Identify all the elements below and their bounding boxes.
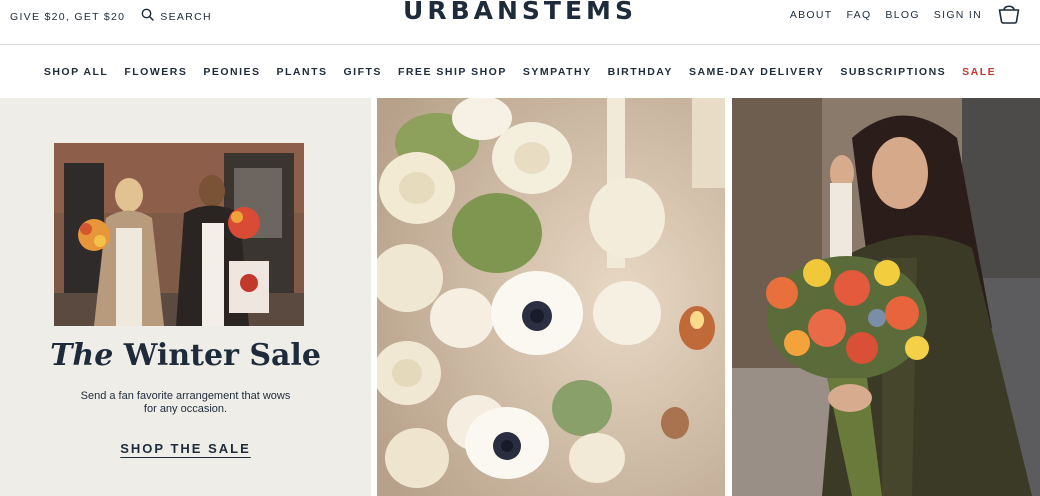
sign-in-link[interactable]: SIGN IN <box>934 9 982 21</box>
sale-title-italic: The <box>50 338 114 373</box>
blog-link[interactable]: BLOG <box>885 9 919 21</box>
nav-gifts[interactable]: GIFTS <box>344 66 382 78</box>
promo-photo[interactable] <box>54 143 304 326</box>
nav-sympathy[interactable]: SYMPATHY <box>523 66 592 78</box>
sale-title-text: Winter Sale <box>123 338 321 373</box>
nav-shop-all[interactable]: SHOP ALL <box>44 66 109 78</box>
faq-link[interactable]: FAQ <box>847 9 872 21</box>
nav-subscriptions[interactable]: SUBSCRIPTIONS <box>840 66 946 78</box>
nav-birthday[interactable]: BIRTHDAY <box>608 66 673 78</box>
top-bar: GIVE $20, GET $20 SEARCH URBANSTEMS ABOU… <box>0 0 1040 45</box>
nav-free-ship-shop[interactable]: FREE SHIP SHOP <box>398 66 507 78</box>
about-link[interactable]: ABOUT <box>790 9 833 21</box>
nav-flowers[interactable]: FLOWERS <box>124 66 187 78</box>
main-nav: SHOP ALL FLOWERS PEONIES PLANTS GIFTS FR… <box>0 46 1040 98</box>
winter-sale-panel: The Winter Sale Send a fan favorite arra… <box>0 98 371 496</box>
account-links: ABOUT FAQ BLOG SIGN IN <box>776 3 1022 27</box>
hero-section: The Winter Sale Send a fan favorite arra… <box>0 98 1040 496</box>
nav-same-day-delivery[interactable]: SAME-DAY DELIVERY <box>689 66 824 78</box>
sale-description: Send a fan favorite arrangement that wow… <box>80 390 291 415</box>
shop-the-sale-link[interactable]: SHOP THE SALE <box>120 441 251 456</box>
basket-icon <box>997 2 1021 29</box>
cart-button[interactable] <box>996 3 1022 27</box>
nav-sale[interactable]: SALE <box>962 66 996 78</box>
sale-title: The Winter Sale <box>0 338 371 373</box>
nav-peonies[interactable]: PEONIES <box>203 66 260 78</box>
sale-cta-wrap: SHOP THE SALE <box>0 440 371 458</box>
nav-plants[interactable]: PLANTS <box>277 66 328 78</box>
woman-with-bouquet-photo[interactable] <box>732 98 1040 496</box>
white-bouquet-photo[interactable] <box>377 98 725 496</box>
